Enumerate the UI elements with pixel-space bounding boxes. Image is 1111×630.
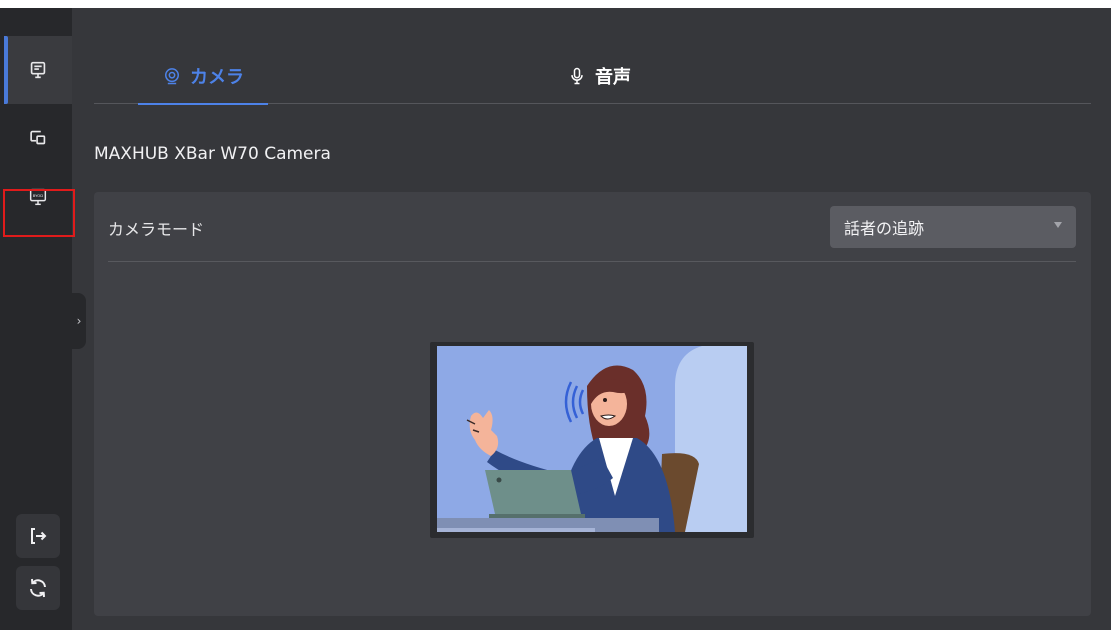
speaker-tracking-illustration — [437, 346, 747, 532]
camera-device-name: MAXHUB XBar W70 Camera — [94, 144, 331, 164]
camera-lens-icon — [165, 68, 179, 85]
camera-mode-select[interactable]: 話者の追跡 — [830, 206, 1076, 248]
refresh-icon — [30, 578, 46, 598]
screen-mirror-icon — [30, 130, 46, 145]
chevron-right-icon: › — [76, 314, 82, 328]
exit-button[interactable] — [16, 514, 60, 558]
panel-divider — [108, 261, 1076, 262]
camera-mode-preview — [430, 342, 754, 538]
microphone-icon — [571, 67, 583, 85]
camera-settings-panel: カメラモード 話者の追跡 — [94, 192, 1091, 616]
tab-camera-label: カメラ — [190, 67, 244, 88]
app-window: BYOD › カメラ 音声 MAXHUB XBar W70 Camera カメラ… — [0, 8, 1111, 630]
camera-mode-selected-value: 話者の追跡 — [844, 219, 925, 238]
sidebar-item-screen-mirror[interactable] — [4, 104, 72, 172]
sidebar-item-byod[interactable]: BYOD — [4, 172, 72, 222]
tab-audio[interactable]: 音声 — [544, 48, 654, 104]
tab-audio-label: 音声 — [595, 67, 631, 88]
camera-mode-label: カメラモード — [108, 220, 205, 239]
presentation-screen-icon — [30, 61, 46, 79]
exit-icon — [31, 528, 47, 544]
tab-bar: カメラ 音声 — [94, 48, 1091, 105]
sidebar-expand-toggle[interactable]: › — [72, 293, 86, 349]
dropdown-arrow-icon — [1054, 222, 1062, 228]
refresh-button[interactable] — [16, 566, 60, 610]
byod-icon-text: BYOD — [33, 193, 44, 198]
sidebar: BYOD — [0, 8, 75, 630]
tab-camera[interactable]: カメラ — [138, 48, 268, 105]
sidebar-item-presentation[interactable] — [4, 36, 72, 104]
byod-monitor-icon: BYOD — [29, 188, 47, 206]
